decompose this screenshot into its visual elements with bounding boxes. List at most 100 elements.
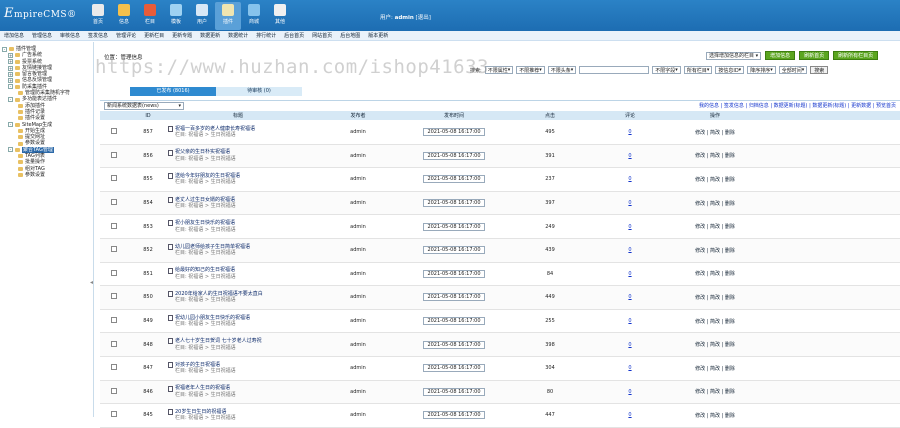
- topnav-item-6[interactable]: 商城: [241, 2, 267, 30]
- logout-link[interactable]: [退出]: [416, 15, 431, 21]
- publish-time-field[interactable]: 2021-05-08 16:17:00: [423, 246, 485, 255]
- expand-toggle-icon[interactable]: -: [8, 147, 13, 153]
- topnav-item-5[interactable]: 插件: [215, 2, 241, 30]
- row-checkbox[interactable]: [111, 293, 117, 300]
- operations-cell[interactable]: 修改 | 简改 | 删除: [660, 365, 770, 372]
- expand-toggle-icon[interactable]: +: [8, 78, 13, 84]
- operations-cell[interactable]: 修改 | 简改 | 删除: [660, 247, 770, 254]
- column-select[interactable]: 选择增加信息的栏目 ▾: [706, 51, 762, 60]
- publish-time-field[interactable]: 2021-05-08 16:17:00: [423, 128, 485, 137]
- row-checkbox[interactable]: [111, 387, 117, 394]
- row-checkbox[interactable]: [111, 317, 117, 324]
- comments-link[interactable]: 0: [628, 271, 631, 277]
- row-checkbox[interactable]: [111, 128, 117, 135]
- topnav-item-1[interactable]: 信息: [111, 2, 137, 30]
- quick-menu-item[interactable]: 管理信息: [28, 32, 56, 39]
- comments-link[interactable]: 0: [628, 247, 631, 253]
- quick-menu-item[interactable]: 数据统计: [224, 32, 252, 39]
- publish-time-field[interactable]: 2021-05-08 16:17:00: [423, 175, 485, 184]
- refresh-columns-button[interactable]: 刷新所有栏目页: [833, 51, 879, 60]
- comments-link[interactable]: 0: [628, 365, 631, 371]
- logo[interactable]: EmpireCMS®: [4, 6, 77, 21]
- publish-time-field[interactable]: 2021-05-08 16:17:00: [423, 387, 485, 396]
- add-info-button[interactable]: 增加信息: [765, 51, 796, 60]
- topnav-item-3[interactable]: 模板: [163, 2, 189, 30]
- action-links[interactable]: 我的信息 | 签发信息 | 归档信息 | 数据更新(标题) | 数据更新(标题)…: [699, 102, 896, 109]
- comments-link[interactable]: 0: [628, 200, 631, 206]
- search-input[interactable]: [579, 66, 650, 74]
- expand-toggle-icon[interactable]: +: [8, 65, 13, 71]
- operations-cell[interactable]: 修改 | 简改 | 删除: [660, 223, 770, 230]
- publish-time-field[interactable]: 2021-05-08 16:17:00: [423, 269, 485, 278]
- search-button[interactable]: 搜索: [810, 66, 829, 74]
- operations-cell[interactable]: 修改 | 简改 | 删除: [660, 129, 770, 136]
- publish-time-field[interactable]: 2021-05-08 16:17:00: [423, 222, 485, 231]
- operations-cell[interactable]: 修改 | 简改 | 删除: [660, 412, 770, 419]
- publish-time-field[interactable]: 2021-05-08 16:17:00: [423, 293, 485, 302]
- quick-menu-item[interactable]: 数据更新: [196, 32, 224, 39]
- expand-toggle-icon[interactable]: -: [8, 122, 13, 128]
- operations-cell[interactable]: 修改 | 简改 | 删除: [660, 294, 770, 301]
- sort-order-select[interactable]: 降序排序 ▾: [747, 66, 776, 74]
- topnav-item-7[interactable]: 其他: [267, 2, 293, 30]
- publish-time-field[interactable]: 2021-05-08 16:17:00: [423, 199, 485, 208]
- comments-link[interactable]: 0: [628, 294, 631, 300]
- sort-field-select[interactable]: 按信息ID ▾: [715, 66, 745, 74]
- tab-draft[interactable]: 待审核 (0): [216, 87, 302, 96]
- comments-link[interactable]: 0: [628, 153, 631, 159]
- tab-published[interactable]: 已发布 (8016): [130, 87, 216, 96]
- operations-cell[interactable]: 修改 | 简改 | 删除: [660, 341, 770, 348]
- expand-toggle-icon[interactable]: -: [2, 46, 7, 52]
- comments-link[interactable]: 0: [628, 129, 631, 135]
- expand-toggle-icon[interactable]: +: [8, 52, 13, 58]
- topnav-item-4[interactable]: 用户: [189, 2, 215, 30]
- row-checkbox[interactable]: [111, 340, 117, 347]
- quick-menu-item[interactable]: 签发信息: [84, 32, 112, 39]
- comments-link[interactable]: 0: [628, 176, 631, 182]
- column-filter-select[interactable]: 所有栏目 ▾: [683, 66, 713, 74]
- comments-link[interactable]: 0: [628, 342, 631, 348]
- recommend-select[interactable]: 不限推荐 ▾: [516, 66, 545, 74]
- operations-cell[interactable]: 修改 | 简改 | 删除: [660, 318, 770, 325]
- expand-toggle-icon[interactable]: -: [8, 84, 13, 90]
- quick-menu-item[interactable]: 版本更新: [364, 32, 392, 39]
- expand-toggle-icon[interactable]: +: [8, 71, 13, 77]
- publish-time-field[interactable]: 2021-05-08 16:17:00: [423, 151, 485, 160]
- comments-link[interactable]: 0: [628, 224, 631, 230]
- time-select[interactable]: 全部时间 ▾: [778, 66, 808, 74]
- row-checkbox[interactable]: [111, 199, 117, 206]
- quick-menu-item[interactable]: 排行统计: [252, 32, 280, 39]
- field-select[interactable]: 不限字段 ▾: [652, 66, 681, 74]
- collapse-toggle-icon[interactable]: ◂: [90, 279, 93, 286]
- publish-time-field[interactable]: 2021-05-08 16:17:00: [423, 411, 485, 420]
- row-checkbox[interactable]: [111, 175, 117, 182]
- publish-time-field[interactable]: 2021-05-08 16:17:00: [423, 317, 485, 326]
- publish-time-field[interactable]: 2021-05-08 16:17:00: [423, 340, 485, 349]
- headline-select[interactable]: 不限头条 ▾: [547, 66, 577, 74]
- row-checkbox[interactable]: [111, 364, 117, 371]
- publish-time-field[interactable]: 2021-05-08 16:17:00: [423, 364, 485, 373]
- operations-cell[interactable]: 修改 | 简改 | 删除: [660, 388, 770, 395]
- quick-menu-item[interactable]: 更新栏目: [140, 32, 168, 39]
- topnav-item-0[interactable]: 首页: [85, 2, 111, 30]
- refresh-home-button[interactable]: 刷新首页: [799, 51, 830, 60]
- topnav-item-2[interactable]: 栏目: [137, 2, 163, 30]
- comments-link[interactable]: 0: [628, 412, 631, 418]
- quick-menu-item[interactable]: 后台首页: [280, 32, 308, 39]
- expand-toggle-icon[interactable]: -: [8, 97, 13, 103]
- tree-item[interactable]: 参数设置: [2, 172, 91, 178]
- comments-link[interactable]: 0: [628, 318, 631, 324]
- row-checkbox[interactable]: [111, 246, 117, 253]
- operations-cell[interactable]: 修改 | 简改 | 删除: [660, 200, 770, 207]
- operations-cell[interactable]: 修改 | 简改 | 删除: [660, 152, 770, 159]
- data-table-select[interactable]: 新闻系统数据表(news) ▾: [104, 101, 184, 110]
- quick-menu-item[interactable]: 网站首页: [308, 32, 336, 39]
- quick-menu-item[interactable]: 管理评论: [112, 32, 140, 39]
- quick-menu-item[interactable]: 审核信息: [56, 32, 84, 39]
- row-checkbox[interactable]: [111, 269, 117, 276]
- operations-cell[interactable]: 修改 | 简改 | 删除: [660, 270, 770, 277]
- row-checkbox[interactable]: [111, 151, 117, 158]
- quick-menu-item[interactable]: 后台地图: [336, 32, 364, 39]
- expand-toggle-icon[interactable]: +: [8, 59, 13, 65]
- quick-menu-item[interactable]: 更新专题: [168, 32, 196, 39]
